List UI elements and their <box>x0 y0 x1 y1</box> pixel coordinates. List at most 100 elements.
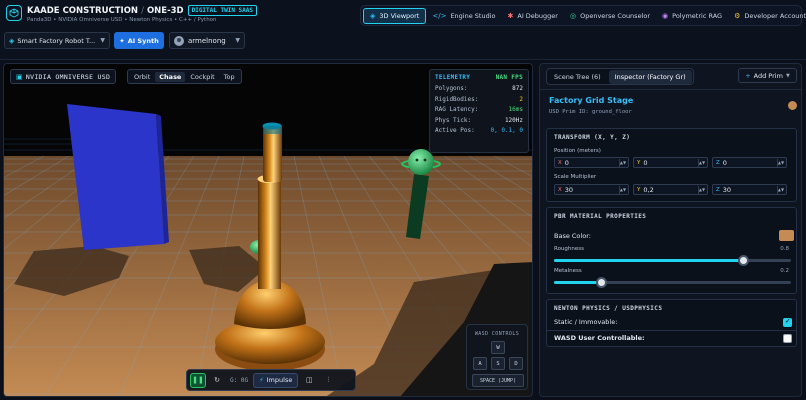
add-prim-label: Add Prim <box>753 71 783 80</box>
app-logo-icon <box>6 5 22 21</box>
key-a[interactable]: A <box>473 357 487 370</box>
reset-icon: ↻ <box>214 376 220 384</box>
transform-title: TRANSFORM (X, Y, Z) <box>554 134 631 141</box>
static-checkbox[interactable] <box>783 317 792 327</box>
scale-y-field[interactable]: Y 0,2 ▲▼ <box>633 184 708 195</box>
tab-engine-studio[interactable]: </> Engine Studio <box>426 8 501 24</box>
add-prim-button[interactable]: + Add Prim ▼ <box>738 68 797 83</box>
reset-button[interactable]: ↻ <box>209 373 225 388</box>
tab-openverse-counselor[interactable]: ◎ Openverse Counselor <box>564 8 656 24</box>
stepper-icon[interactable]: ▲▼ <box>698 186 705 194</box>
roughness-slider[interactable] <box>554 255 791 266</box>
tab-inspector[interactable]: Inspector (Factory Gr) <box>608 69 692 84</box>
rag-latency-value: 16ms <box>508 106 523 114</box>
tab-label: Developer Accounts <box>744 11 806 20</box>
roughness-thumb[interactable] <box>738 255 750 266</box>
metalness-slider[interactable] <box>554 277 791 288</box>
cube-icon: ◈ <box>370 11 376 20</box>
project-name: Smart Factory Robot T... <box>17 36 96 45</box>
tab-polymetric-rag[interactable]: ◉ Polymetric RAG <box>656 8 728 24</box>
compass-icon: ◎ <box>569 11 577 20</box>
impulse-button[interactable]: ⚡ Impulse <box>253 372 299 388</box>
telemetry-header: TELEMETRY NAN FPS <box>435 74 523 81</box>
monitor-icon: ▣ <box>16 72 23 81</box>
stepper-icon[interactable]: ▲▼ <box>777 159 784 167</box>
telemetry-label: RigidBodies: <box>435 95 479 103</box>
chevron-down-icon: ▼ <box>235 37 240 44</box>
key-s[interactable]: S <box>491 357 505 370</box>
sparkle-icon: ✦ <box>119 36 125 45</box>
tab-label: 3D Viewport <box>379 11 420 20</box>
metalness-label: Metalness <box>554 268 582 274</box>
tab-label: Polymetric RAG <box>672 11 723 20</box>
telemetry-row: RAG Latency: 16ms <box>435 106 523 113</box>
metalness-thumb[interactable] <box>595 277 607 288</box>
main-nav: ◈ 3D Viewport </> Engine Studio ✱ AI Debugg… <box>360 5 806 26</box>
3d-viewport[interactable]: ▣ NVIDIA OMNIVERSE USD Orbit Chase Cockp… <box>3 63 533 397</box>
stepper-icon[interactable]: ▲▼ <box>777 186 784 194</box>
user-menu[interactable]: armelnong ▼ <box>169 32 245 49</box>
chevron-down-icon: ▼ <box>785 72 790 79</box>
sim-toolbar: ❚❚ ↻ G: 0G ⚡ Impulse ◫ ⫶ <box>186 369 356 391</box>
roughness-label: Roughness <box>554 246 585 252</box>
product-name: ONE-3D <box>146 6 184 16</box>
position-y-value: 0 <box>643 158 648 167</box>
scale-x-field[interactable]: X 30 ▲▼ <box>554 184 629 195</box>
blue-cube[interactable] <box>67 104 164 250</box>
product-badge: DIGITAL TWIN SAAS <box>187 5 258 16</box>
settings-button[interactable]: ⫶ <box>320 373 336 388</box>
telemetry-row: Polygons: 872 <box>435 85 523 92</box>
tab-3d-viewport[interactable]: ◈ 3D Viewport <box>363 7 427 24</box>
polygons-value: 872 <box>512 85 523 92</box>
pause-icon: ❚❚ <box>192 376 204 384</box>
brand-title: KAADE CONSTRUCTION / ONE-3D DIGITAL TWIN SA… <box>27 5 258 16</box>
tab-label: Engine Studio <box>450 11 496 20</box>
position-z-field[interactable]: Z 0 ▲▼ <box>712 157 787 168</box>
prim-color-dot <box>788 101 797 110</box>
camera-tab-top[interactable]: Top <box>220 72 239 82</box>
camera-tab-orbit[interactable]: Orbit <box>130 72 154 82</box>
position-x-field[interactable]: X 0 ▲▼ <box>554 157 629 168</box>
panel-tabs: Scene Tree (6) Inspector (Factory Gr) <box>546 68 694 85</box>
pause-button[interactable]: ❚❚ <box>190 372 206 388</box>
axis-z-label: Z <box>716 186 720 193</box>
scale-y-value: 0,2 <box>643 185 654 194</box>
base-color-swatch[interactable] <box>779 230 794 241</box>
key-d[interactable]: D <box>509 357 523 370</box>
camera-tab-cockpit[interactable]: Cockpit <box>186 72 218 82</box>
chevron-down-icon: ▼ <box>100 37 105 44</box>
stepper-icon[interactable]: ▲▼ <box>698 159 705 167</box>
wasd-controllable-checkbox[interactable] <box>783 334 792 343</box>
stepper-icon[interactable]: ▲▼ <box>619 186 626 194</box>
viewport-label-text: NVIDIA OMNIVERSE USD <box>25 72 111 81</box>
key-space-jump[interactable]: SPACE (JUMP) <box>472 374 524 387</box>
username: armelnong <box>188 36 226 45</box>
ai-synth-button[interactable]: ✦ AI Synth <box>114 32 164 49</box>
layers-icon: ◫ <box>306 376 313 384</box>
physics-title: NEWTON PHYSICS / USDPHYSICS <box>554 305 663 312</box>
transform-section: TRANSFORM (X, Y, Z) Position (meters) X0… <box>546 128 797 202</box>
scale-z-value: 30 <box>722 185 732 194</box>
prim-title: Factory Grid Stage <box>549 96 634 105</box>
position-y-field[interactable]: Y 0 ▲▼ <box>633 157 708 168</box>
scale-z-field[interactable]: Z 30 ▲▼ <box>712 184 787 195</box>
telemetry-label: Phys Tick: <box>435 116 472 124</box>
project-select[interactable]: ◈ Smart Factory Robot T... ▼ <box>4 32 110 49</box>
layers-button[interactable]: ◫ <box>301 373 317 388</box>
tab-developer-accounts[interactable]: ⚙ Developer Accounts <box>728 8 806 24</box>
impulse-label: Impulse <box>266 376 293 384</box>
tab-scene-tree[interactable]: Scene Tree (6) <box>548 70 607 84</box>
key-w[interactable]: W <box>491 341 505 354</box>
camera-mode-tabs: Orbit Chase Cockpit Top <box>127 69 242 84</box>
scale-label: Scale Multiplier <box>554 174 597 180</box>
telemetry-row: RigidBodies: 2 <box>435 96 523 103</box>
axis-x-label: X <box>558 159 562 166</box>
tab-ai-debugger[interactable]: ✱ AI Debugger <box>502 8 564 24</box>
position-z-value: 0 <box>722 158 727 167</box>
telemetry-label: Active Pos: <box>435 127 475 135</box>
wasd-controls: WASD CONTROLS W A S D SPACE (JUMP) <box>466 324 528 390</box>
bolt-icon: ⚡ <box>259 376 264 384</box>
static-label: Static / Immovable: <box>554 318 618 326</box>
stepper-icon[interactable]: ▲▼ <box>619 159 626 167</box>
camera-tab-chase[interactable]: Chase <box>155 71 186 82</box>
